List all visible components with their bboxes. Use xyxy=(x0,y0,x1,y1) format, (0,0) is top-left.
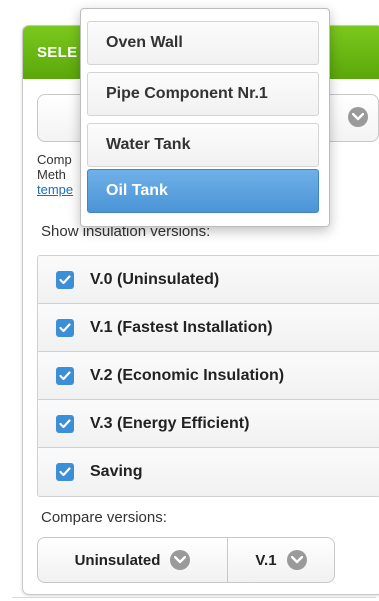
check-icon xyxy=(59,274,71,284)
chevron-down-icon xyxy=(170,550,191,570)
compare-description: Comp Meth tempe > xyxy=(37,152,327,197)
compare-second-label: V.1 xyxy=(255,551,277,569)
compare-first-select[interactable]: Uninsulated xyxy=(38,538,228,582)
check-icon xyxy=(59,370,71,380)
dropdown-item-water-tank[interactable]: Water Tank xyxy=(87,123,319,167)
temperature-link[interactable]: tempe xyxy=(37,182,73,197)
version-label: V.2 (Economic Insulation) xyxy=(90,366,285,384)
checkbox-checked[interactable] xyxy=(56,366,74,385)
versions-list: V.0 (Uninsulated) V.1 (Fastest Installat… xyxy=(37,255,379,497)
dropdown-item-oil-tank[interactable]: Oil Tank xyxy=(87,169,319,213)
check-icon xyxy=(59,467,71,477)
compare-text-line1: Comp xyxy=(37,152,72,167)
version-label: Saving xyxy=(90,463,143,480)
compare-versions-group: Uninsulated V.1 xyxy=(37,537,335,583)
checkbox-checked[interactable] xyxy=(56,463,74,481)
object-dropdown-menu: Oven Wall Pipe Component Nr.1 Water Tank… xyxy=(80,8,330,227)
check-icon xyxy=(59,418,71,428)
version-row-v2[interactable]: V.2 (Economic Insulation) xyxy=(38,352,379,400)
version-row-v0[interactable]: V.0 (Uninsulated) xyxy=(38,256,379,304)
chevron-down-icon xyxy=(348,107,368,127)
chevron-down-icon xyxy=(286,550,307,570)
compare-first-label: Uninsulated xyxy=(74,551,161,569)
version-label: V.0 (Uninsulated) xyxy=(90,270,220,288)
checkbox-checked[interactable] xyxy=(56,318,74,337)
compare-second-select[interactable]: V.1 xyxy=(228,538,334,582)
checkbox-checked[interactable] xyxy=(56,270,74,289)
compare-versions-label: Compare versions: xyxy=(41,509,167,526)
checkbox-checked[interactable] xyxy=(56,414,74,433)
compare-text-line2: Meth xyxy=(37,167,66,182)
version-row-v3[interactable]: V.3 (Energy Efficient) xyxy=(38,400,379,448)
check-icon xyxy=(59,322,71,332)
panel-bottom-line xyxy=(12,597,376,598)
version-label: V.1 (Fastest Installation) xyxy=(90,318,273,336)
dropdown-item-pipe-component[interactable]: Pipe Component Nr.1 xyxy=(87,72,319,116)
version-row-v1[interactable]: V.1 (Fastest Installation) xyxy=(38,304,379,352)
dropdown-item-oven-wall[interactable]: Oven Wall xyxy=(87,21,319,65)
version-label: V.3 (Energy Efficient) xyxy=(90,414,250,432)
version-row-saving[interactable]: Saving xyxy=(38,448,379,496)
